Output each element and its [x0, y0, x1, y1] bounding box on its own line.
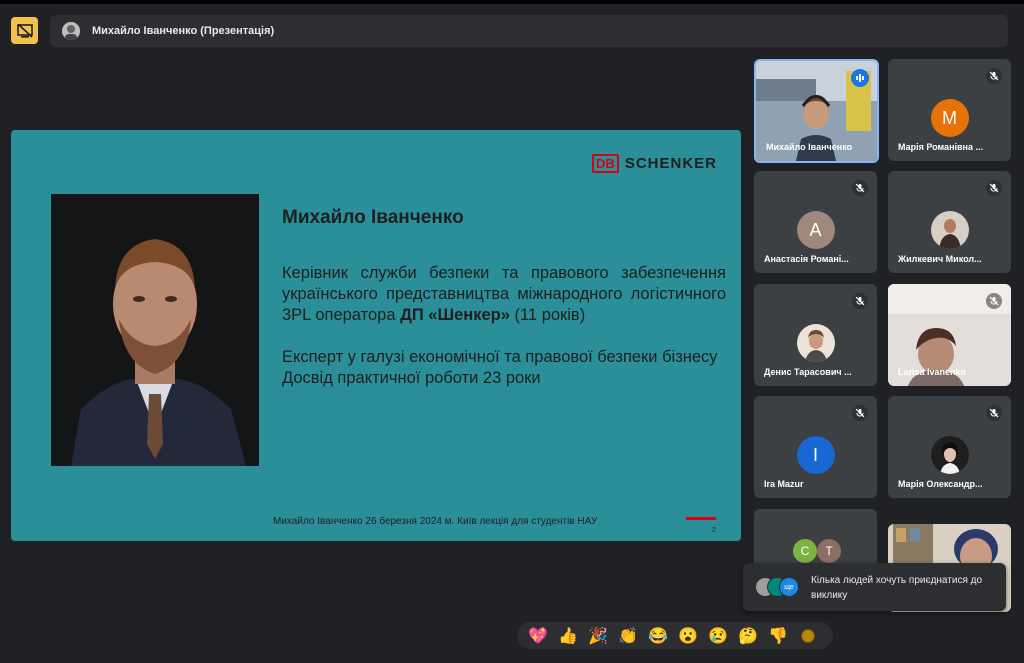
participant-avatar-photo [930, 211, 969, 249]
mic-off-icon [852, 405, 868, 421]
more-requesters-badge: ще [779, 577, 799, 597]
window-top-strip [0, 0, 1024, 4]
participant-tile-zhylkevych[interactable]: Жилкевич Микол... [888, 171, 1011, 273]
reaction-clap-icon[interactable]: 👏 [613, 624, 643, 648]
participant-name: Марія Олександр... [898, 479, 983, 489]
slide-page-number: 2 [712, 527, 716, 534]
reaction-heart-icon[interactable]: 💖 [523, 624, 553, 648]
stop-presenting-button[interactable] [11, 17, 38, 44]
participant-tile-maria-r[interactable]: M Марія Романівна ... [888, 59, 1011, 161]
join-request-text: Кілька людей хочуть приєднатися до викли… [811, 575, 983, 601]
speaking-indicator-icon [851, 69, 869, 87]
participant-name: Жилкевич Микол... [898, 254, 982, 264]
mic-off-icon [852, 180, 868, 196]
presenter-avatar [62, 22, 80, 40]
participant-avatar: A [796, 211, 835, 249]
participant-tile-maria-o[interactable]: Марія Олександр... [888, 396, 1011, 498]
participant-name: Денис Тарасович ... [764, 367, 852, 377]
logo-text: SCHENKER [624, 155, 717, 172]
participant-avatar-photo [796, 324, 835, 362]
participant-avatar-photo [930, 436, 969, 474]
join-request-toast[interactable]: ще Кілька людей хочуть приєднатися до ви… [743, 563, 1006, 611]
participant-tile-denys[interactable]: Денис Тарасович ... [754, 284, 877, 386]
participant-avatar: I [796, 436, 835, 474]
present-off-icon [16, 23, 33, 38]
participant-name: Анастасія Романі... [764, 254, 849, 264]
reaction-thumbs-up-icon[interactable]: 👍 [553, 624, 583, 648]
skin-tone-picker[interactable] [793, 624, 823, 648]
slide-footer-line [686, 517, 716, 520]
presenter-label: Михайло Іванченко (Презентація) [92, 25, 275, 37]
speaker-photo [51, 194, 259, 466]
participant-name: Михайло Іванченко [766, 142, 853, 152]
logo-db: DB [592, 154, 619, 173]
slide-experience-text: Досвід практичної роботи 23 роки [282, 369, 541, 387]
participant-tile-anastasia[interactable]: A Анастасія Романі... [754, 171, 877, 273]
reaction-thumbs-down-icon[interactable]: 👎 [763, 624, 793, 648]
reaction-surprised-icon[interactable]: 😮 [673, 624, 703, 648]
mic-off-icon [986, 180, 1002, 196]
mic-off-icon [986, 405, 1002, 421]
participant-name: Ira Mazur [764, 479, 804, 489]
mic-off-icon [986, 293, 1002, 309]
mic-off-icon [986, 68, 1002, 84]
reaction-party-icon[interactable]: 🎉 [583, 624, 613, 648]
slide-speaker-name: Михайло Іванченко [282, 207, 464, 228]
mic-off-icon [852, 293, 868, 309]
participant-avatar: C [793, 539, 817, 563]
slide-body: Керівник служби безпеки та правового заб… [282, 263, 726, 389]
presentation-slide: DB SCHENKER Михайло Іванченко Керівник с… [11, 130, 741, 541]
presenter-bar: Михайло Іванченко (Презентація) [50, 15, 1008, 47]
reaction-laugh-icon[interactable]: 😂 [643, 624, 673, 648]
reaction-thinking-icon[interactable]: 🤔 [733, 624, 763, 648]
participant-name: Марія Романівна ... [898, 142, 983, 152]
participant-avatar: T [817, 539, 841, 563]
participant-tile-ira[interactable]: I Ira Mazur [754, 396, 877, 498]
participant-name: Larisa Ivanenko [898, 367, 967, 377]
slide-role-text: Керівник служби безпеки та правового заб… [282, 264, 726, 324]
participant-tile-larisa[interactable]: Larisa Ivanenko [888, 284, 1011, 386]
reaction-sad-icon[interactable]: 😢 [703, 624, 733, 648]
schenker-logo: DB SCHENKER [592, 154, 717, 173]
slide-expert-text: Експерт у галузі економічної та правової… [282, 348, 718, 366]
participant-tile-mykhailo[interactable]: Михайло Іванченко [754, 59, 879, 163]
participant-avatar: M [930, 99, 969, 137]
reactions-bar: 💖 👍 🎉 👏 😂 😮 😢 🤔 👎 [517, 622, 833, 649]
slide-footer: Михайло Іванченко 26 березня 2024 м. Киї… [273, 516, 598, 527]
